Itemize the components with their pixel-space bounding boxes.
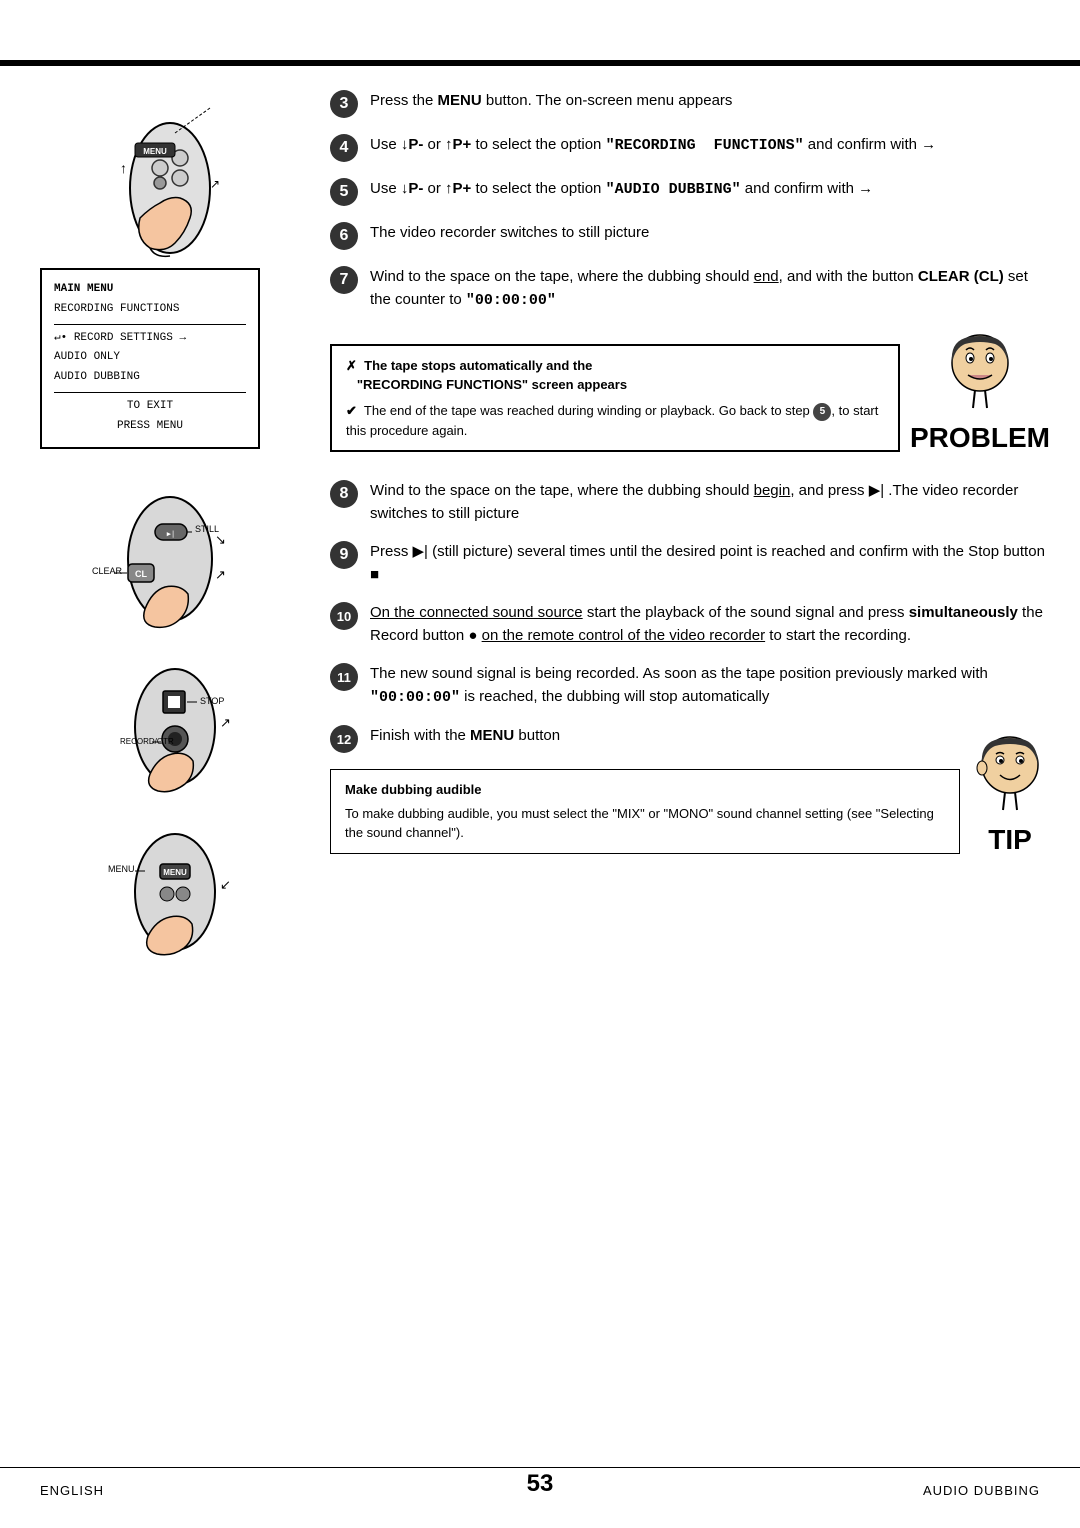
step-9: 9 Press ▶| (still picture) several times… <box>330 541 1050 586</box>
step-3-circle: 3 <box>330 90 358 118</box>
step-3: 3 Press the MENU button. The on-screen m… <box>330 90 1050 118</box>
svg-text:▶|: ▶| <box>167 530 175 538</box>
step-8-circle: 8 <box>330 480 358 508</box>
menu-box-display: MAIN MENU RECORDING FUNCTIONS ↵• RECORD … <box>40 268 260 449</box>
tip-box: Make dubbing audible To make dubbing aud… <box>330 769 960 854</box>
step-12-text: Finish with the MENU button <box>370 725 960 748</box>
note-box-problem: ✗ The tape stops automatically and the "… <box>330 344 900 452</box>
menu-box-title: MAIN MENU <box>54 280 246 300</box>
menu-box-item2: AUDIO ONLY <box>54 348 246 368</box>
step-12: 12 Finish with the MENU button <box>330 725 960 753</box>
svg-text:↙: ↙ <box>220 877 231 892</box>
svg-text:↗: ↗ <box>215 567 226 582</box>
step-4: 4 Use ↓P- or ↑P+ to select the option "R… <box>330 134 1050 162</box>
svg-text:MENU: MENU <box>163 868 187 877</box>
step-11-text: The new sound signal is being recorded. … <box>370 663 1050 709</box>
note-title-1: ✗ The tape stops automatically and the "… <box>346 356 884 395</box>
step-6-circle: 6 <box>330 222 358 250</box>
problem-label: PROBLEM <box>910 422 1050 454</box>
illus-still-clear-remote: ▶| STILL CL CLEAR ↘ ↗ <box>40 469 320 629</box>
problem-face-illus <box>940 328 1020 418</box>
svg-text:MENU: MENU <box>143 147 167 156</box>
left-illustrations: MENU ↑ ↗ MAIN MENU RECORDING FUNCTIONS ↵… <box>40 80 320 967</box>
illus-menu-remote: MENU ↑ ↗ <box>40 88 320 258</box>
menu-box-footer1: TO EXIT <box>54 397 246 417</box>
step-8-text: Wind to the space on the tape, where the… <box>370 480 1050 525</box>
footer-left: English <box>40 1483 104 1498</box>
tip-label: TIP <box>988 824 1032 856</box>
step-6: 6 The video recorder switches to still p… <box>330 222 1050 250</box>
note-line-2: ✔ The end of the tape was reached during… <box>346 401 884 440</box>
step-11: 11 The new sound signal is being recorde… <box>330 663 1050 709</box>
menu-box-item3: AUDIO DUBBING <box>54 368 246 388</box>
page-number: 53 <box>527 1470 554 1498</box>
illus-menu-remote-bottom: MENU MENU ↙ <box>40 804 320 959</box>
svg-text:↗: ↗ <box>220 715 231 730</box>
step-9-circle: 9 <box>330 541 358 569</box>
step-5-circle: 5 <box>330 178 358 206</box>
top-bar <box>0 60 1080 66</box>
step-7-text: Wind to the space on the tape, where the… <box>370 266 1050 312</box>
step-11-circle: 11 <box>330 663 358 691</box>
step-6-text: The video recorder switches to still pic… <box>370 222 1050 245</box>
bottom-bar <box>0 1467 1080 1468</box>
menu-box-item1: ↵• RECORD SETTINGS → <box>54 329 246 349</box>
illus-stop-record-remote: STOP RECORD/OTR ↗ <box>40 639 320 794</box>
svg-text:STOP: STOP <box>200 696 224 706</box>
svg-text:↘: ↘ <box>215 532 226 547</box>
menu-box-footer2: PRESS MENU <box>54 417 246 437</box>
svg-text:RECORD/OTR: RECORD/OTR <box>120 737 174 746</box>
step-10: 10 On the connected sound source start t… <box>330 602 1050 647</box>
menu-box-subtitle: RECORDING FUNCTIONS <box>54 300 246 320</box>
step-3-text: Press the MENU button. The on-screen men… <box>370 90 1050 113</box>
svg-text:CLEAR: CLEAR <box>92 566 123 576</box>
footer-right: Audio Dubbing <box>923 1483 1040 1498</box>
step-10-circle: 10 <box>330 602 358 630</box>
step-12-circle: 12 <box>330 725 358 753</box>
svg-text:↗: ↗ <box>210 177 220 191</box>
svg-text:MENU: MENU <box>108 864 135 874</box>
step-9-text: Press ▶| (still picture) several times u… <box>370 541 1050 586</box>
tip-face-illus <box>970 730 1050 820</box>
svg-text:CL: CL <box>135 569 147 579</box>
step-7: 7 Wind to the space on the tape, where t… <box>330 266 1050 312</box>
step-5-text: Use ↓P- or ↑P+ to select the option "AUD… <box>370 178 1050 202</box>
step-8: 8 Wind to the space on the tape, where t… <box>330 480 1050 525</box>
step-10-text: On the connected sound source start the … <box>370 602 1050 647</box>
step-4-text: Use ↓P- or ↑P+ to select the option "REC… <box>370 134 1050 158</box>
tip-box-title: Make dubbing audible <box>345 780 945 800</box>
step-7-circle: 7 <box>330 266 358 294</box>
right-instructions: 3 Press the MENU button. The on-screen m… <box>330 80 1050 882</box>
step-4-circle: 4 <box>330 134 358 162</box>
tip-box-text: To make dubbing audible, you must select… <box>345 804 945 843</box>
step-5: 5 Use ↓P- or ↑P+ to select the option "A… <box>330 178 1050 206</box>
svg-text:↑: ↑ <box>120 160 127 176</box>
